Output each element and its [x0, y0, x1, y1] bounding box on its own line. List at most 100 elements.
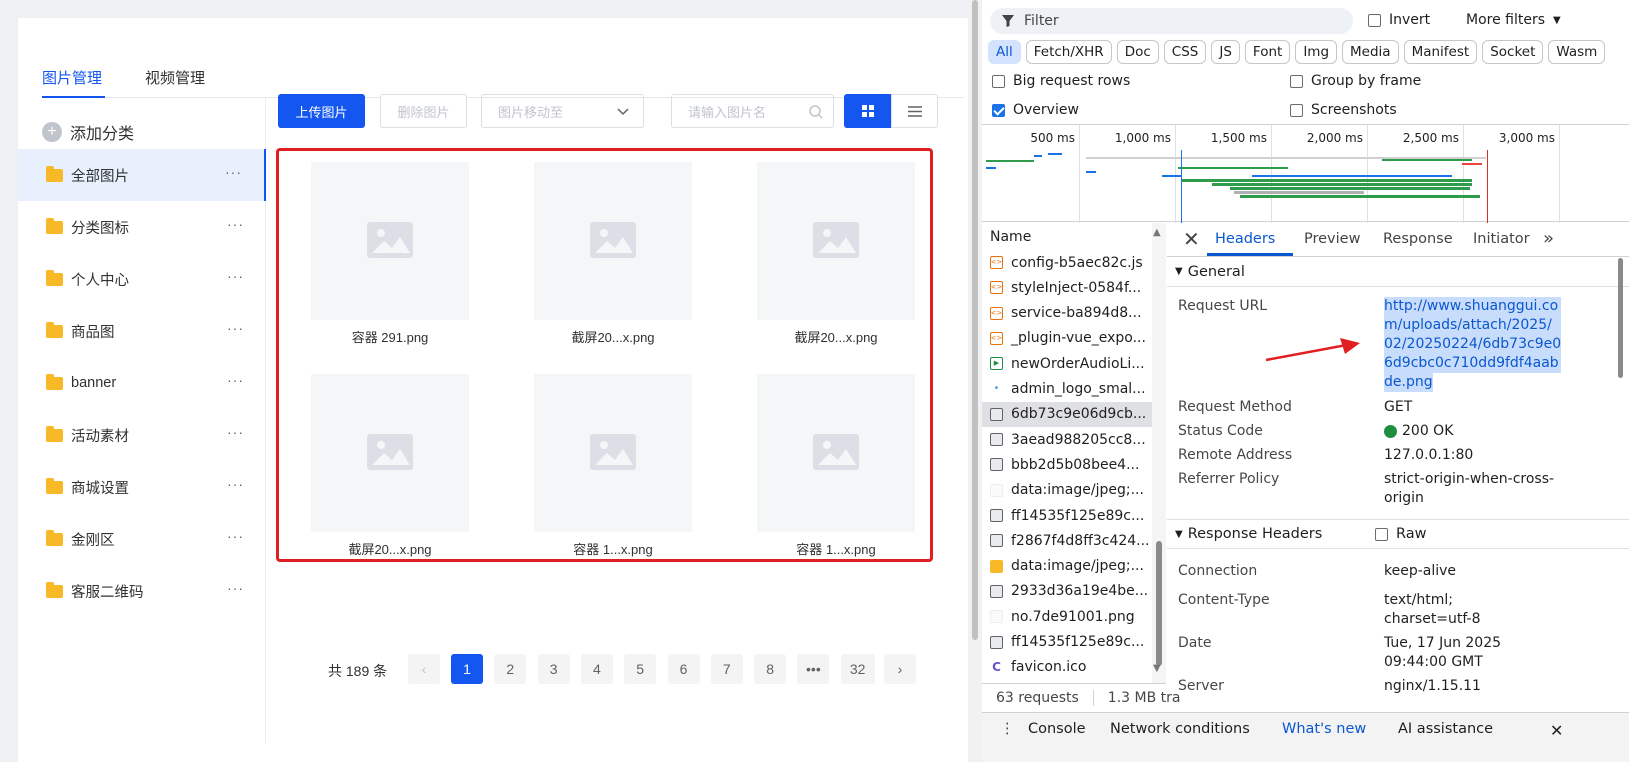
tab-headers[interactable]: Headers [1215, 231, 1275, 247]
category-item[interactable]: 金刚区 ··· [18, 513, 266, 565]
category-item[interactable]: 商品图 ··· [18, 305, 266, 357]
image-thumbnail[interactable] [757, 162, 915, 320]
filter-chip[interactable]: Socket [1482, 40, 1544, 64]
image-thumbnail[interactable] [757, 374, 915, 532]
category-item[interactable]: 个人中心 ··· [18, 253, 266, 305]
request-row[interactable]: <> _plugin-vue_expo... [982, 326, 1152, 351]
request-row[interactable]: 2933d36a19e4be... [982, 579, 1152, 604]
more-filters-dropdown[interactable]: More filters ▼ [1466, 12, 1561, 28]
upload-image-button[interactable]: 上传图片 [278, 94, 365, 128]
category-item[interactable]: banner ··· [18, 357, 266, 409]
drawer-tab-network-conditions[interactable]: Network conditions [1110, 721, 1250, 737]
grid-view-button[interactable] [844, 94, 891, 128]
request-row[interactable]: 3aead988205cc8... [982, 427, 1152, 452]
drawer-tab-ai-assistance[interactable]: AI assistance [1398, 721, 1493, 737]
request-row[interactable]: data:image/jpeg;... [982, 478, 1152, 503]
raw-checkbox[interactable]: Raw [1375, 526, 1427, 542]
drawer-tab-console[interactable]: Console [1028, 721, 1086, 737]
category-item[interactable]: 分类图标 ··· [18, 201, 266, 253]
more-icon[interactable]: ··· [227, 477, 244, 491]
scroll-down-icon[interactable]: ▼ [1153, 663, 1161, 674]
filter-chip[interactable]: Wasm [1548, 40, 1606, 64]
scroll-up-icon[interactable]: ▲ [1153, 227, 1161, 238]
page-button[interactable]: 8 [754, 654, 787, 684]
invert-checkbox[interactable]: Invert [1368, 12, 1430, 28]
request-row[interactable]: ff14535f125e89c... [982, 630, 1152, 655]
page-button[interactable]: 3 [537, 654, 570, 684]
category-item[interactable]: 全部图片 ··· [18, 149, 266, 201]
tab-response[interactable]: Response [1383, 231, 1453, 247]
request-row[interactable]: bbb2d5b08bee4... [982, 452, 1152, 477]
request-row[interactable]: <> config-b5aec82c.js [982, 250, 1152, 275]
more-icon[interactable]: ··· [225, 165, 242, 179]
add-category-button[interactable]: + 添加分类 [42, 120, 134, 144]
checkbox-icon[interactable] [1375, 527, 1388, 541]
checkbox-icon[interactable] [1290, 74, 1303, 88]
image-thumbnail[interactable] [534, 162, 692, 320]
overview-option[interactable]: Overview [992, 102, 1079, 118]
big-request-rows-option[interactable]: Big request rows [992, 73, 1130, 89]
group-by-frame-option[interactable]: Group by frame [1290, 73, 1421, 89]
filter-chip[interactable]: JS [1211, 40, 1240, 64]
request-row[interactable]: data:image/jpeg;... [982, 554, 1152, 579]
request-row[interactable]: ff14535f125e89c... [982, 503, 1152, 528]
request-row[interactable]: f2867f4d8ff3c424... [982, 528, 1152, 553]
more-icon[interactable]: ··· [227, 269, 244, 283]
next-page-button[interactable]: › [884, 654, 916, 684]
category-item[interactable]: 商城设置 ··· [18, 461, 266, 513]
move-to-select[interactable]: 图片移动至 [481, 94, 644, 128]
request-row[interactable]: • admin_logo_smal... [982, 377, 1152, 402]
more-icon[interactable]: ··· [227, 425, 244, 439]
image-search-input[interactable]: 请输入图片名 [671, 94, 834, 128]
more-icon[interactable]: ··· [227, 529, 244, 543]
more-icon[interactable]: ··· [227, 581, 244, 595]
page-button[interactable]: 7 [710, 654, 743, 684]
more-icon[interactable]: ··· [227, 217, 244, 231]
page-button[interactable]: 5 [624, 654, 657, 684]
general-section-header[interactable]: ▼ General [1167, 257, 1629, 287]
request-url-value[interactable]: http://www.shuanggui.co m/uploads/attach… [1384, 297, 1562, 392]
page-button[interactable]: 32 [840, 654, 875, 684]
response-headers-section-header[interactable]: ▼ Response Headers Raw [1167, 519, 1629, 549]
scrollbar-thumb[interactable] [972, 0, 978, 640]
filter-chip[interactable]: Media [1342, 40, 1399, 64]
name-column-header[interactable]: Name [990, 229, 1031, 245]
filter-chip[interactable]: Manifest [1403, 40, 1478, 64]
image-thumbnail[interactable] [311, 374, 469, 532]
request-row[interactable]: Cfavicon.ico [982, 655, 1152, 680]
filter-chip[interactable]: All [988, 40, 1021, 64]
drawer-tab-whats-new[interactable]: What's new [1282, 721, 1366, 737]
tab-images[interactable]: 图片管理 [42, 67, 102, 88]
request-row[interactable]: no.7de91001.png [982, 604, 1152, 629]
checkbox-icon[interactable] [992, 74, 1005, 88]
drawer-menu-icon[interactable]: ⋮ [1000, 721, 1015, 737]
filter-chip[interactable]: Font [1244, 40, 1291, 64]
checkbox-icon[interactable] [1290, 103, 1303, 117]
more-tabs-icon[interactable]: » [1543, 228, 1554, 249]
tab-initiator[interactable]: Initiator [1473, 231, 1530, 247]
page-button[interactable]: 6 [667, 654, 700, 684]
network-filter-input[interactable]: Filter [990, 8, 1353, 34]
tab-preview[interactable]: Preview [1304, 231, 1360, 247]
image-thumbnail[interactable] [534, 374, 692, 532]
list-view-button[interactable] [891, 94, 938, 128]
tab-videos[interactable]: 视频管理 [145, 67, 205, 88]
image-thumbnail[interactable] [311, 162, 469, 320]
close-drawer-icon[interactable]: ✕ [1550, 721, 1563, 740]
category-item[interactable]: 客服二维码 ··· [18, 565, 266, 617]
screenshots-option[interactable]: Screenshots [1290, 102, 1397, 118]
more-icon[interactable]: ··· [227, 321, 244, 335]
prev-page-button[interactable]: ‹ [408, 654, 440, 684]
request-row[interactable]: ▶ newOrderAudioLi... [982, 351, 1152, 376]
detail-scroll-thumb[interactable] [1618, 258, 1623, 378]
request-row[interactable]: <> service-ba894d8... [982, 301, 1152, 326]
network-overview-timeline[interactable]: 500 ms 1,000 ms 1,500 ms 2,000 ms 2,500 ms 3,… [982, 124, 1629, 223]
filter-chip[interactable]: Fetch/XHR [1025, 40, 1112, 64]
invert-check-icon[interactable] [1368, 13, 1381, 27]
filter-chip[interactable]: Img [1295, 40, 1338, 64]
delete-image-button[interactable]: 删除图片 [380, 94, 467, 128]
page-button[interactable]: 2 [494, 654, 527, 684]
page-scrollbar[interactable] [968, 0, 982, 762]
page-button[interactable]: ••• [797, 654, 830, 684]
request-list-scroll-thumb[interactable] [1156, 541, 1162, 666]
